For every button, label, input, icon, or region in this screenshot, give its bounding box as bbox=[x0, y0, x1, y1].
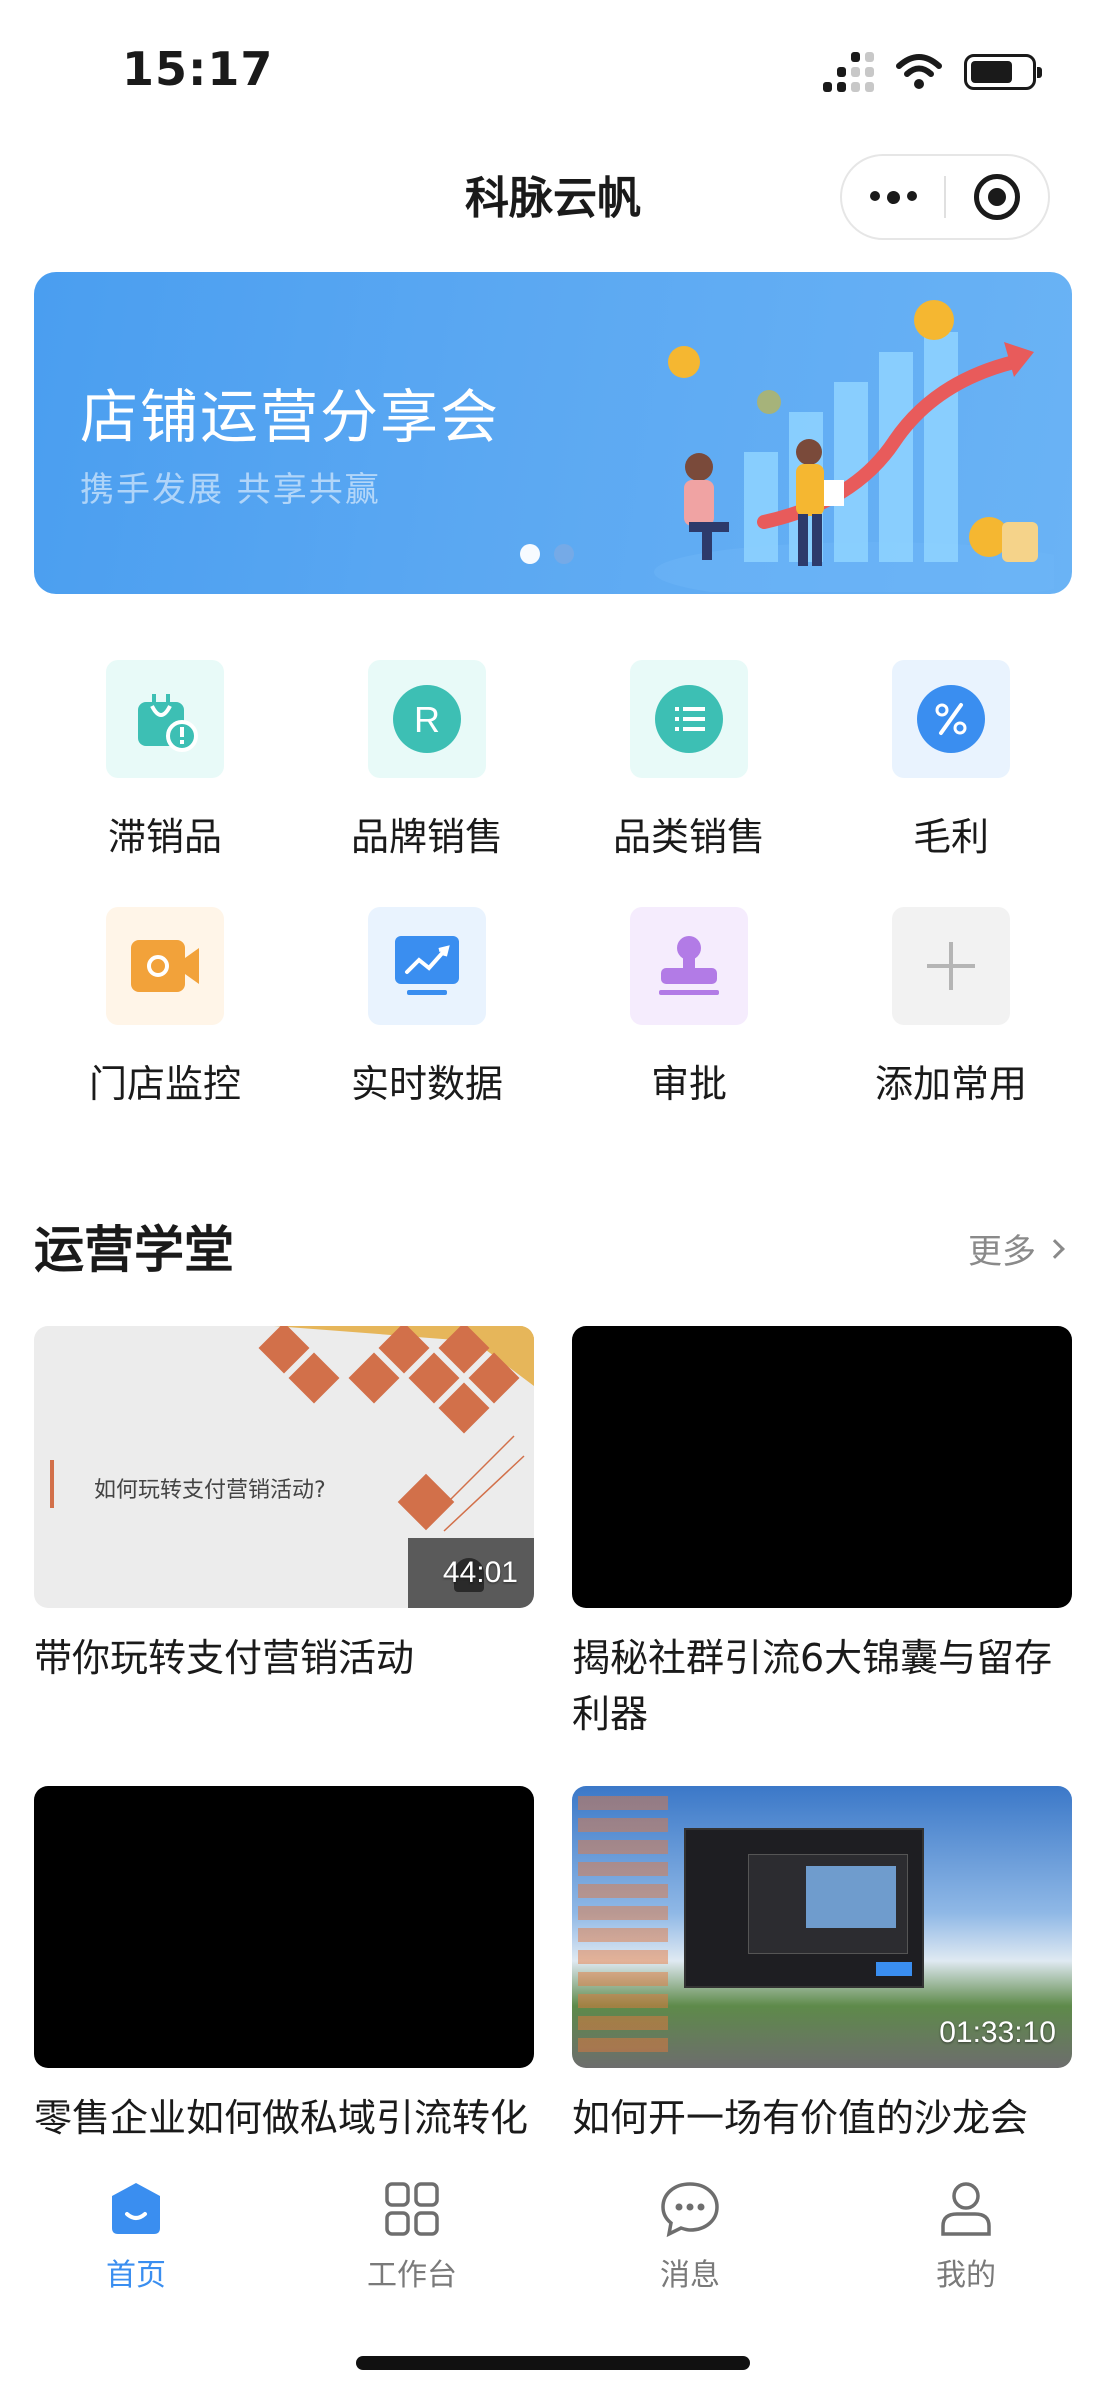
tab-workbench[interactable]: 工作台 bbox=[312, 2180, 512, 2294]
banner-title: 店铺运营分享会 bbox=[80, 383, 501, 451]
tab-label: 消息 bbox=[660, 2258, 720, 2293]
home-indicator bbox=[356, 2356, 750, 2370]
app-window bbox=[684, 1828, 924, 1988]
shortcut-label: 品牌销售 bbox=[350, 815, 503, 859]
shortcut-grid: 滞销品 R 品牌销售 品类销售 毛利 门店监控 实时数据 审批 添加常用 bbox=[34, 660, 1084, 1108]
tab-label: 工作台 bbox=[367, 2258, 457, 2293]
app-page: 15:17 科脉云帆 店铺运营分享会 携手发展 共享共赢 滞销品 R 品牌销售 … bbox=[0, 0, 1106, 2394]
course-card[interactable]: 零售企业如何做私域引流转化 bbox=[34, 1786, 534, 2146]
promo-banner[interactable]: 店铺运营分享会 携手发展 共享共赢 bbox=[34, 272, 1072, 594]
percent-icon bbox=[917, 685, 985, 753]
signal-icon bbox=[823, 52, 874, 92]
banner-subtitle: 携手发展 共享共赢 bbox=[80, 470, 381, 510]
video-duration: 44:01 bbox=[442, 1556, 518, 1589]
tab-profile[interactable]: 我的 bbox=[866, 2180, 1066, 2294]
course-title: 零售企业如何做私域引流转化 bbox=[34, 2096, 529, 2140]
shortcut-slow-moving[interactable]: 滞销品 bbox=[34, 660, 296, 861]
shortcut-brand-sales[interactable]: R 品牌销售 bbox=[296, 660, 558, 861]
battery-icon bbox=[964, 54, 1042, 90]
wifi-icon bbox=[896, 54, 942, 89]
shortcut-add-favorite[interactable]: 添加常用 bbox=[820, 907, 1082, 1108]
course-thumbnail: 如何玩转支付营销活动? 44:01 bbox=[34, 1326, 534, 1608]
miniprogram-capsule bbox=[840, 154, 1050, 240]
brand-r-icon: R bbox=[393, 685, 461, 753]
course-title: 带你玩转支付营销活动 bbox=[34, 1636, 415, 1680]
shortcut-label: 毛利 bbox=[912, 815, 989, 859]
tab-label: 首页 bbox=[106, 2258, 166, 2293]
more-options-button[interactable] bbox=[842, 190, 944, 204]
banner-illustration bbox=[654, 300, 1054, 592]
video-duration: 01:33:10 bbox=[939, 2016, 1056, 2049]
target-icon bbox=[973, 174, 1020, 220]
tab-label: 我的 bbox=[936, 2258, 996, 2293]
course-card[interactable]: 揭秘社群引流6大锦囊与留存利器 bbox=[572, 1326, 1072, 1742]
shortcut-label: 实时数据 bbox=[350, 1062, 503, 1106]
course-thumbnail bbox=[34, 1786, 534, 2068]
section-title: 运营学堂 bbox=[34, 1221, 234, 1279]
shortcut-realtime-data[interactable]: 实时数据 bbox=[296, 907, 558, 1108]
tab-messages[interactable]: 消息 bbox=[590, 2180, 790, 2294]
course-card[interactable]: 如何玩转支付营销活动? 44:01 带你玩转支付营销活动 bbox=[34, 1326, 534, 1686]
course-card[interactable]: 01:33:10 如何开一场有价值的沙龙会 bbox=[572, 1786, 1072, 2146]
status-time: 15:17 bbox=[122, 42, 274, 96]
shortcut-category-sales[interactable]: 品类销售 bbox=[558, 660, 820, 861]
shortcut-label: 品类销售 bbox=[612, 815, 765, 859]
more-link[interactable]: 更多 bbox=[968, 1224, 1065, 1273]
shortcut-label: 门店监控 bbox=[88, 1062, 241, 1106]
user-icon bbox=[941, 2182, 991, 2236]
bag-warning-icon bbox=[138, 694, 198, 752]
shortcut-label: 添加常用 bbox=[874, 1062, 1027, 1106]
svg-text:R: R bbox=[414, 699, 440, 740]
desktop-icons bbox=[578, 1792, 668, 2052]
grid-icon bbox=[385, 2182, 439, 2236]
course-title: 揭秘社群引流6大锦囊与留存利器 bbox=[572, 1636, 1053, 1736]
slide-text: 如何玩转支付营销活动? bbox=[94, 1478, 326, 1503]
home-icon bbox=[112, 2183, 160, 2234]
shortcut-gross-margin[interactable]: 毛利 bbox=[820, 660, 1082, 861]
shortcut-label: 审批 bbox=[650, 1062, 727, 1106]
chevron-right-icon bbox=[1045, 1238, 1065, 1259]
chart-monitor-icon bbox=[395, 936, 459, 995]
shortcut-label: 滞销品 bbox=[107, 815, 222, 859]
course-thumbnail bbox=[572, 1326, 1072, 1608]
close-miniprogram-button[interactable] bbox=[946, 174, 1048, 220]
course-title: 如何开一场有价值的沙龙会 bbox=[572, 2096, 1029, 2140]
banner-pagination bbox=[520, 544, 574, 564]
camera-icon bbox=[131, 940, 199, 992]
stamp-icon bbox=[659, 936, 719, 995]
tab-home[interactable]: 首页 bbox=[36, 2180, 236, 2294]
course-thumbnail: 01:33:10 bbox=[572, 1786, 1072, 2068]
status-icons bbox=[823, 52, 1042, 92]
chat-icon bbox=[661, 2182, 719, 2238]
shortcut-store-monitor[interactable]: 门店监控 bbox=[34, 907, 296, 1108]
plus-icon bbox=[927, 942, 975, 990]
status-bar: 15:17 bbox=[0, 0, 1106, 140]
list-icon bbox=[655, 685, 723, 753]
shortcut-approval[interactable]: 审批 bbox=[558, 907, 820, 1108]
